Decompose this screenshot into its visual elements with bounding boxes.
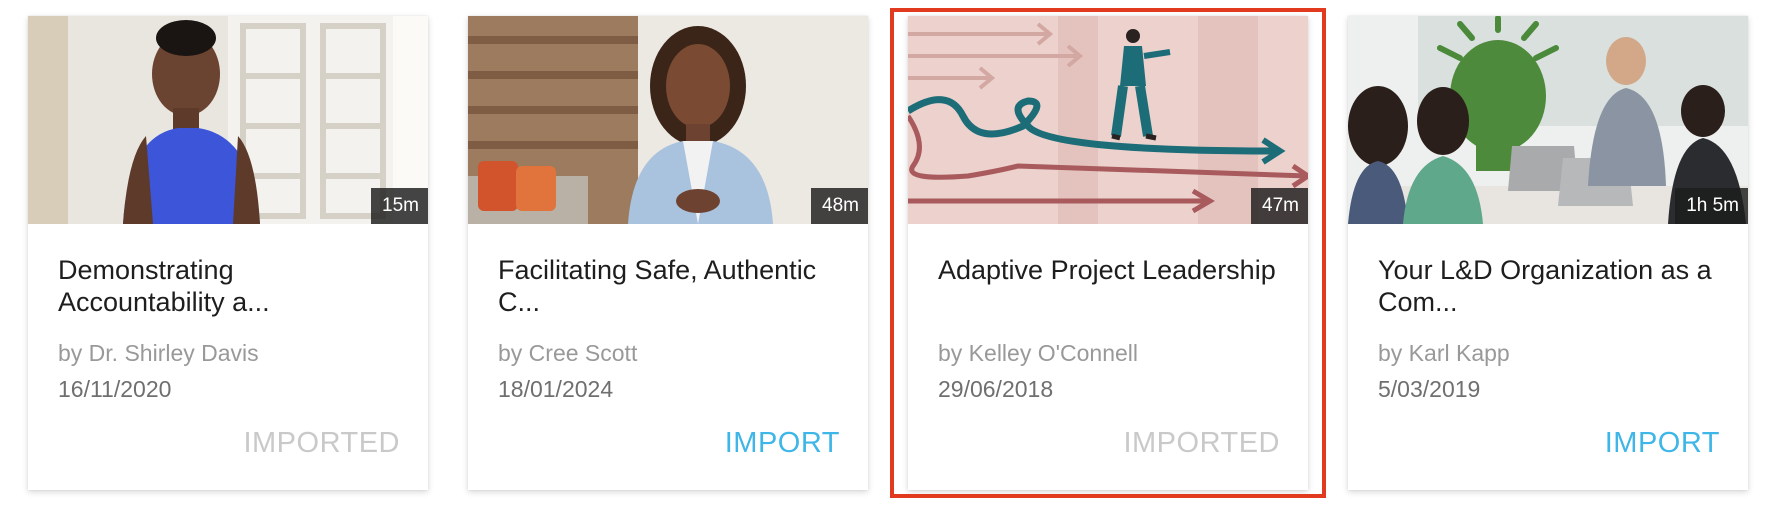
course-card[interactable]: 48m Facilitating Safe, Authentic C... by… [468, 16, 868, 490]
course-author: by Cree Scott [498, 340, 638, 366]
course-thumbnail[interactable]: 1h 5m [1348, 16, 1748, 224]
course-card[interactable]: 15m Demonstrating Accountability a... by… [28, 16, 428, 490]
woman-walking-arrows-illustration-image [908, 16, 1308, 224]
course-date: 5/03/2019 [1378, 376, 1481, 402]
course-grid: 15m Demonstrating Accountability a... by… [0, 0, 1776, 512]
course-title[interactable]: Facilitating Safe, Authentic C... [498, 254, 838, 318]
course-date: 29/06/2018 [938, 376, 1054, 402]
course-title[interactable]: Your L&D Organization as a Com... [1378, 254, 1718, 318]
course-author: by Kelley O'Connell [938, 340, 1138, 366]
imported-status: IMPORTED [243, 427, 400, 459]
course-author: by Karl Kapp [1378, 340, 1510, 366]
course-title[interactable]: Demonstrating Accountability a... [58, 254, 398, 318]
course-card[interactable]: 1h 5m Your L&D Organization as a Com... … [1348, 16, 1748, 490]
course-author: by Dr. Shirley Davis [58, 340, 259, 366]
import-button[interactable]: IMPORT [725, 426, 840, 460]
duration-badge: 15m [371, 188, 428, 224]
course-title[interactable]: Adaptive Project Leadership [938, 254, 1278, 318]
import-button[interactable]: IMPORT [1605, 426, 1720, 460]
woman-blue-dress-portrait-image [28, 16, 428, 224]
imported-status: IMPORTED [1123, 427, 1280, 459]
course-card-selected[interactable]: 47m Adaptive Project Leadership by Kelle… [908, 16, 1308, 490]
course-date: 16/11/2020 [58, 376, 172, 402]
course-thumbnail[interactable]: 48m [468, 16, 868, 224]
duration-badge: 1h 5m [1675, 188, 1748, 224]
duration-badge: 48m [811, 188, 868, 224]
course-thumbnail[interactable]: 15m [28, 16, 428, 224]
course-thumbnail[interactable]: 47m [908, 16, 1308, 224]
course-date: 18/01/2024 [498, 376, 614, 402]
presenter-woman-blazer-image [468, 16, 868, 224]
duration-badge: 47m [1251, 188, 1308, 224]
